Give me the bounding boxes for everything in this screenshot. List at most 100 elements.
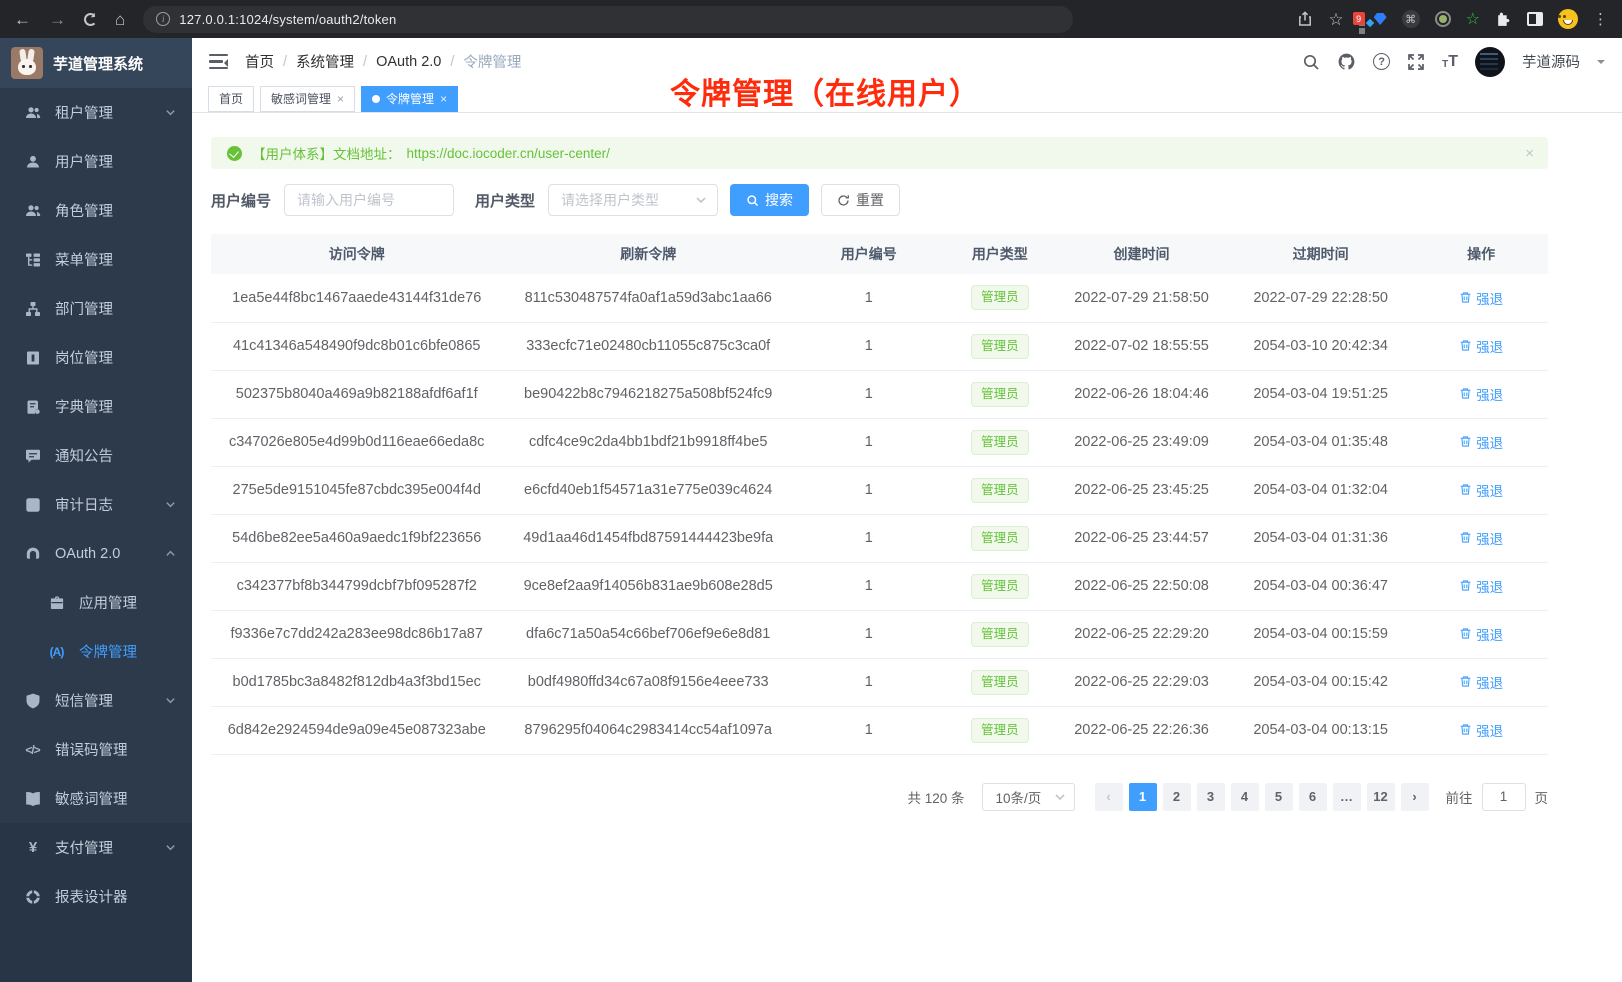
sidebar-item-sms[interactable]: 短信管理 bbox=[0, 676, 192, 725]
url-text[interactable]: 127.0.0.1:1024/system/oauth2/token bbox=[179, 12, 396, 27]
record-extension-icon[interactable] bbox=[1435, 11, 1451, 27]
dict-icon bbox=[23, 397, 42, 416]
page-size-select[interactable]: 10条/页 bbox=[982, 783, 1075, 811]
puzzle-extensions-icon[interactable] bbox=[1495, 11, 1512, 28]
force-logout-button[interactable]: 强退 bbox=[1459, 336, 1503, 356]
site-info-icon[interactable]: i bbox=[156, 12, 170, 26]
browser-back-icon[interactable]: ← bbox=[14, 11, 31, 28]
force-logout-button[interactable]: 强退 bbox=[1459, 624, 1503, 644]
tab-label: 敏感词管理 bbox=[271, 90, 331, 107]
alert-close-icon[interactable]: × bbox=[1525, 145, 1534, 162]
user-icon bbox=[23, 152, 42, 171]
chevron-down-icon bbox=[165, 499, 176, 510]
sidebar-item-menu-tree[interactable]: 菜单管理 bbox=[0, 235, 192, 284]
alert-doc-link[interactable]: https://doc.iocoder.cn/user-center/ bbox=[407, 146, 610, 161]
force-logout-button[interactable]: 强退 bbox=[1459, 480, 1503, 500]
side-panel-icon[interactable] bbox=[1527, 12, 1543, 26]
browser-forward-icon[interactable]: → bbox=[49, 11, 66, 28]
github-icon[interactable] bbox=[1337, 52, 1356, 71]
page-button-5[interactable]: 5 bbox=[1265, 783, 1293, 811]
tab-close-icon[interactable]: × bbox=[337, 93, 344, 105]
sidebar-item-oauth[interactable]: OAuth 2.0 bbox=[0, 529, 192, 578]
browser-reload-icon[interactable] bbox=[84, 13, 97, 26]
username[interactable]: 芋道源码 bbox=[1522, 51, 1580, 72]
sidebar-item-tenant[interactable]: 租户管理 bbox=[0, 88, 192, 137]
user-type-cell: 管理员 bbox=[944, 274, 1056, 322]
gem-extension-icon[interactable] bbox=[1374, 13, 1387, 25]
share-icon[interactable] bbox=[1297, 11, 1313, 27]
search-button[interactable]: 搜索 bbox=[730, 184, 809, 216]
bookmark-star-icon[interactable]: ☆ bbox=[1328, 11, 1343, 28]
sidebar-item-post[interactable]: 岗位管理 bbox=[0, 333, 192, 382]
sidebar-item-sensitive-word[interactable]: 敏感词管理 bbox=[0, 774, 192, 823]
page-button-4[interactable]: 4 bbox=[1231, 783, 1259, 811]
tab-item[interactable]: 首页 bbox=[208, 86, 254, 112]
action-cell: 强退 bbox=[1414, 610, 1548, 658]
sidebar-item-label: 报表设计器 bbox=[55, 886, 128, 907]
force-logout-button[interactable]: 强退 bbox=[1459, 720, 1503, 740]
chevron-down-icon bbox=[695, 194, 707, 206]
next-page-button[interactable]: › bbox=[1401, 783, 1429, 811]
address-bar[interactable]: i 127.0.0.1:1024/system/oauth2/token bbox=[143, 6, 1073, 33]
sidebar-item-pay[interactable]: ¥支付管理 bbox=[0, 823, 192, 872]
sidebar-item-label: 应用管理 bbox=[79, 592, 137, 613]
sidebar-item-audit-log[interactable]: 审计日志 bbox=[0, 480, 192, 529]
app-logo[interactable]: 芋道管理系统 bbox=[0, 38, 192, 88]
fullscreen-icon[interactable] bbox=[1407, 53, 1425, 71]
sidebar-item-error-code[interactable]: </>错误码管理 bbox=[0, 725, 192, 774]
force-logout-button[interactable]: 强退 bbox=[1459, 528, 1503, 548]
sidebar-item-user[interactable]: 用户管理 bbox=[0, 137, 192, 186]
user-type-badge: 管理员 bbox=[971, 430, 1029, 455]
browser-menu-icon[interactable]: ⋮ bbox=[1593, 10, 1608, 28]
force-logout-button[interactable]: 强退 bbox=[1459, 288, 1503, 308]
force-logout-button[interactable]: 强退 bbox=[1459, 672, 1503, 692]
user-caret-down-icon[interactable] bbox=[1597, 60, 1605, 68]
page-button-3[interactable]: 3 bbox=[1197, 783, 1225, 811]
sidebar-item-dept[interactable]: 部门管理 bbox=[0, 284, 192, 333]
profile-avatar-icon[interactable] bbox=[1558, 9, 1578, 29]
green-star-extension-icon[interactable]: ☆ bbox=[1466, 9, 1480, 29]
breadcrumb-item[interactable]: 首页 bbox=[245, 51, 274, 72]
page-button-2[interactable]: 2 bbox=[1163, 783, 1191, 811]
user-avatar[interactable] bbox=[1475, 47, 1505, 77]
collapse-sidebar-icon[interactable] bbox=[209, 54, 228, 69]
force-logout-button[interactable]: 强退 bbox=[1459, 384, 1503, 404]
browser-home-icon[interactable]: ⌂ bbox=[115, 11, 125, 28]
sidebar-item-role[interactable]: 角色管理 bbox=[0, 186, 192, 235]
prev-page-button[interactable]: ‹ bbox=[1095, 783, 1123, 811]
user-id-cell: 1 bbox=[794, 418, 944, 466]
sidebar-item-notice[interactable]: 通知公告 bbox=[0, 431, 192, 480]
page-button-12[interactable]: 12 bbox=[1367, 783, 1395, 811]
more-pages-button[interactable]: … bbox=[1333, 783, 1361, 811]
user-id-label: 用户编号 bbox=[211, 190, 271, 211]
tab-item[interactable]: 敏感词管理 × bbox=[260, 86, 355, 112]
command-extension-icon[interactable]: ⌘ bbox=[1402, 10, 1420, 28]
user-type-select[interactable]: 请选择用户类型 bbox=[548, 184, 718, 216]
breadcrumb: 首页/系统管理/OAuth 2.0/令牌管理 bbox=[245, 51, 521, 72]
sidebar-item-token[interactable]: (A)令牌管理 bbox=[0, 627, 192, 676]
force-logout-label: 强退 bbox=[1476, 384, 1503, 404]
page-button-1[interactable]: 1 bbox=[1129, 783, 1157, 811]
breadcrumb-item[interactable]: OAuth 2.0 bbox=[376, 54, 441, 70]
sidebar-item-dict[interactable]: 字典管理 bbox=[0, 382, 192, 431]
breadcrumb-item[interactable]: 系统管理 bbox=[296, 51, 354, 72]
alert-text: 【用户体系】文档地址： bbox=[252, 143, 401, 163]
tab-close-icon[interactable]: × bbox=[440, 93, 447, 105]
sidebar-item-app-manage[interactable]: 应用管理 bbox=[0, 578, 192, 627]
page-button-6[interactable]: 6 bbox=[1299, 783, 1327, 811]
sidebar-item-report[interactable]: 报表设计器 bbox=[0, 872, 192, 921]
reset-button[interactable]: 重置 bbox=[821, 184, 900, 216]
force-logout-button[interactable]: 强退 bbox=[1459, 576, 1503, 596]
help-icon[interactable]: ? bbox=[1373, 53, 1390, 70]
access-token-cell: 41c41346a548490f9dc8b01c6bfe0865 bbox=[211, 322, 502, 370]
refresh-token-cell: 333ecfc71e02480cb11055c875c3ca0f bbox=[502, 322, 793, 370]
tab-active[interactable]: 令牌管理× bbox=[361, 86, 458, 112]
search-icon[interactable] bbox=[1302, 53, 1320, 71]
force-logout-button[interactable]: 强退 bbox=[1459, 432, 1503, 452]
font-size-icon[interactable]: TT bbox=[1442, 54, 1458, 70]
create-time-cell: 2022-06-25 22:26:36 bbox=[1056, 706, 1227, 754]
delete-icon bbox=[1459, 291, 1472, 304]
user-id-input[interactable] bbox=[284, 184, 454, 216]
create-time-cell: 2022-06-25 23:44:57 bbox=[1056, 514, 1227, 562]
goto-page-input[interactable] bbox=[1482, 783, 1526, 811]
